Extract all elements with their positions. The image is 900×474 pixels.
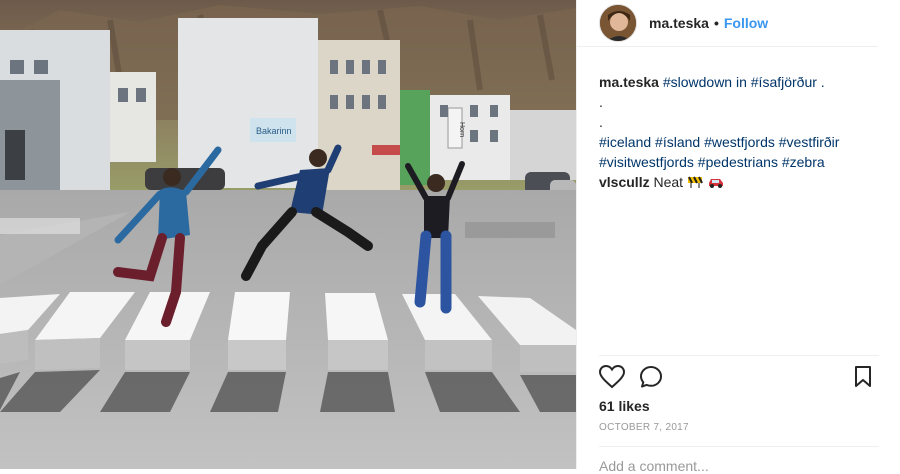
comment-icon[interactable]: [639, 365, 665, 391]
construction-sign-icon: [687, 173, 703, 193]
caption-dot-2: .: [599, 114, 603, 130]
action-icons: [598, 364, 879, 391]
caption-first-line: ma.teska #slowdown in #ísafjörður .: [599, 72, 879, 92]
actions-bar: 61 likes OCTOBER 7, 2017: [598, 355, 879, 433]
street-crossing-photo: Bakarinn Horn: [0, 0, 576, 469]
comment-row: vlscullz Neat: [599, 172, 879, 193]
instagram-post: Bakarinn Horn ma.teska • Follow ma.teska…: [0, 0, 900, 474]
red-car-icon: [707, 173, 725, 193]
post-sidebar: ma.teska • Follow ma.teska #slowdown in …: [576, 0, 900, 474]
caption-username[interactable]: ma.teska: [599, 74, 659, 90]
shop-sign-text: Bakarinn: [256, 126, 292, 136]
add-comment-input[interactable]: Add a comment...: [599, 446, 879, 474]
post-photo[interactable]: Bakarinn Horn: [0, 0, 576, 469]
follow-button[interactable]: Follow: [724, 15, 768, 31]
bookmark-icon[interactable]: [853, 365, 879, 391]
post-date: OCTOBER 7, 2017: [599, 422, 689, 433]
caption-dot-1: .: [599, 94, 603, 110]
header-username[interactable]: ma.teska: [649, 15, 709, 31]
likes-count[interactable]: 61 likes: [599, 398, 879, 414]
avatar-image: [600, 5, 636, 41]
caption-hashtags-line1[interactable]: #slowdown in #ísafjörður .: [663, 74, 825, 90]
caption-hashtags-line3[interactable]: #visitwestfjords #pedestrians #zebra: [599, 152, 879, 172]
header-separator: •: [713, 15, 719, 31]
heart-icon[interactable]: [598, 364, 626, 391]
avatar[interactable]: [599, 4, 637, 42]
post-header: ma.teska • Follow: [577, 0, 878, 47]
caption-hashtags-line2[interactable]: #iceland #ísland #westfjords #vestfirðir: [599, 132, 879, 152]
comments-section: ma.teska #slowdown in #ísafjörður . . . …: [599, 72, 879, 193]
comment-text: Neat: [653, 174, 684, 190]
comment-username[interactable]: vlscullz: [599, 174, 650, 190]
horn-sign-text: Horn: [458, 122, 465, 137]
